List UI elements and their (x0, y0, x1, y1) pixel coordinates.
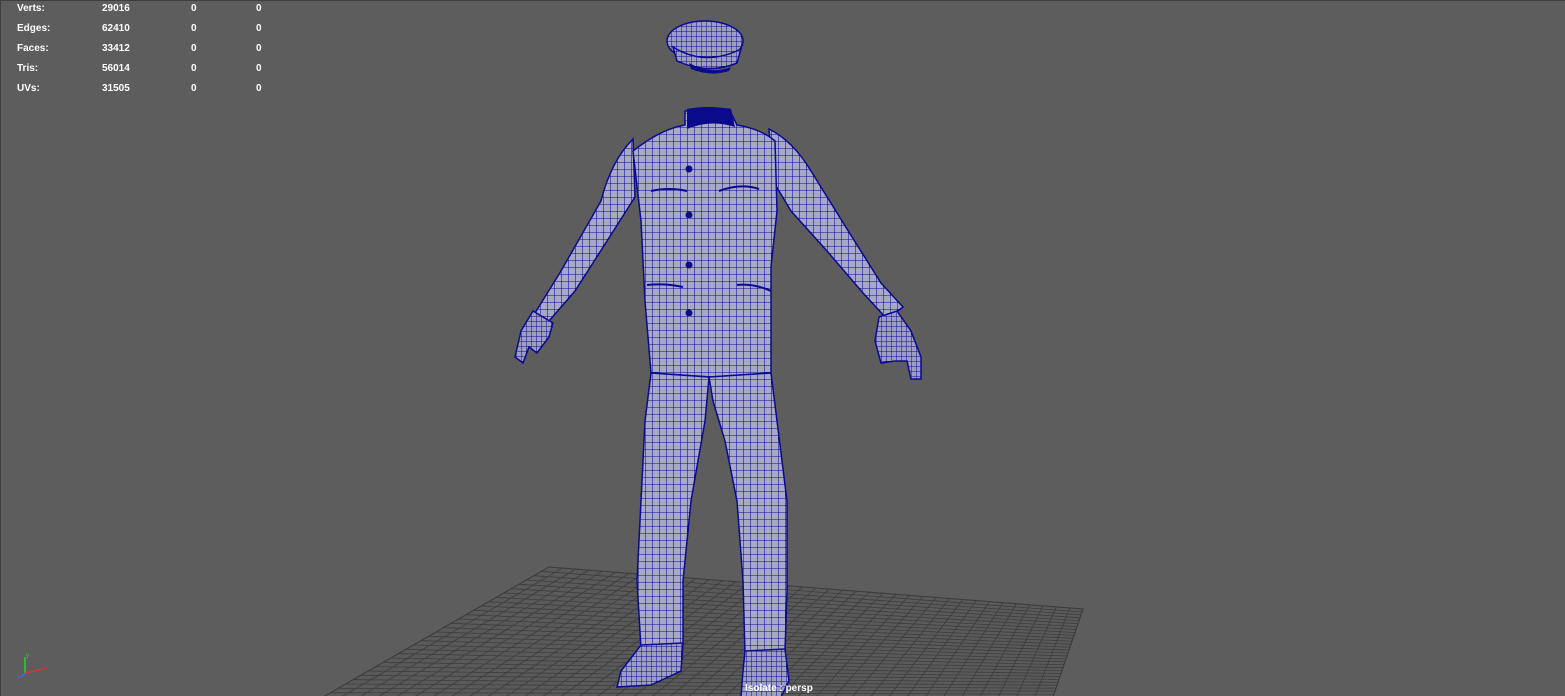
hud-total: 33412 (102, 43, 130, 54)
hud-total: 56014 (102, 63, 130, 74)
z-axis-label: z (17, 675, 20, 681)
hud-label: Faces: (17, 43, 49, 54)
x-axis-line (24, 668, 44, 674)
hud-total: 62410 (102, 23, 130, 34)
hud-components: 0 (256, 83, 262, 94)
camera-label: Isolate : persp (745, 683, 813, 694)
hud-components: 0 (256, 43, 262, 54)
hud-total: 29016 (102, 3, 130, 14)
left-sleeve-mesh[interactable] (533, 137, 636, 322)
ground-grid (323, 566, 1084, 696)
hud-total: 31505 (102, 83, 130, 94)
right-hand-mesh[interactable] (874, 310, 922, 380)
cap-mesh[interactable] (666, 20, 744, 74)
x-axis-label: x (44, 665, 47, 671)
right-sleeve-mesh[interactable] (768, 127, 905, 321)
y-axis-label: y (26, 653, 29, 659)
hud-selected: 0 (191, 23, 197, 34)
axis-gizmo-icon: y x z (17, 653, 47, 681)
hud-components: 0 (256, 23, 262, 34)
left-hand-mesh[interactable] (514, 309, 554, 365)
hud-label: UVs: (17, 83, 40, 94)
hud-selected: 0 (191, 83, 197, 94)
maya-viewport[interactable]: Verts: 29016 0 0 Edges: 62410 0 0 Faces:… (0, 0, 1565, 696)
hud-components: 0 (256, 63, 262, 74)
hud-label: Edges: (17, 23, 51, 34)
z-axis-line (20, 672, 26, 678)
hud-selected: 0 (191, 43, 197, 54)
hud-selected: 0 (191, 63, 197, 74)
scene-canvas[interactable] (1, 1, 1565, 696)
hud-selected: 0 (191, 3, 197, 14)
hud-label: Tris: (17, 63, 39, 74)
hud-components: 0 (256, 3, 262, 14)
hud-label: Verts: (17, 3, 45, 14)
jacket-mesh[interactable] (632, 108, 778, 378)
